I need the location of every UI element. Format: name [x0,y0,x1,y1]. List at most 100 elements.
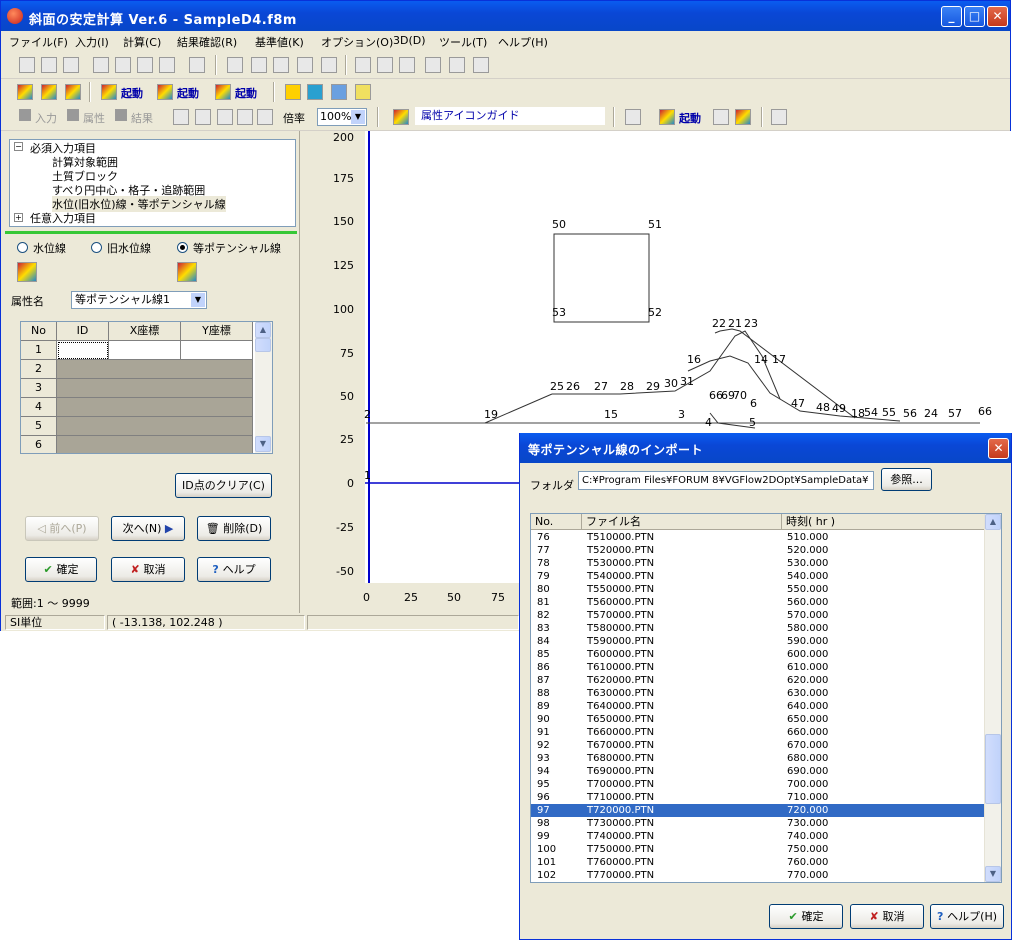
file-row[interactable]: 89 T640000.PTN 640.000 [531,700,985,713]
block-icon[interactable] [41,84,57,100]
help-question-icon[interactable] [285,84,301,100]
file-row[interactable]: 83 T580000.PTN 580.000 [531,622,985,635]
list-icon[interactable] [713,109,729,125]
file-row[interactable]: 84 T590000.PTN 590.000 [531,635,985,648]
print-setup-icon[interactable] [137,57,153,73]
dialog-help-button[interactable]: ? ヘルプ(H) [930,904,1004,929]
radio-old-water[interactable] [91,242,102,253]
grid-scrollbar[interactable]: ▲ ▼ [255,322,272,453]
scroll-thumb[interactable] [255,338,271,352]
eraser-icon[interactable] [625,109,641,125]
file-row[interactable]: 88 T630000.PTN 630.000 [531,687,985,700]
file-row[interactable]: 91 T660000.PTN 660.000 [531,726,985,739]
file-row[interactable]: 98 T730000.PTN 730.000 [531,817,985,830]
zoom-out-icon[interactable] [257,109,273,125]
menu-3d[interactable]: 3D(D) [393,34,426,47]
list-col-time[interactable]: 時刻( hr ) [782,514,985,530]
file-row[interactable]: 81 T560000.PTN 560.000 [531,596,985,609]
draw-slope-icon[interactable] [297,57,313,73]
result-icon[interactable] [115,109,127,121]
new-file-icon[interactable] [19,57,35,73]
tool-d-icon[interactable] [425,57,441,73]
prev-button[interactable]: ◁ 前へ(P) [25,516,99,541]
next-button[interactable]: 次へ(N) ▶ [111,516,185,541]
file-row[interactable]: 87 T620000.PTN 620.000 [531,674,985,687]
layer-icon[interactable] [65,84,81,100]
start-button-1[interactable]: 起動 [121,85,143,101]
zoom-select[interactable]: 100% ▼ [317,108,367,126]
file-row[interactable]: 76 T510000.PTN 510.000 [531,531,985,544]
list-col-no[interactable]: No. [531,514,582,530]
start-button-4[interactable]: 起動 [679,110,701,126]
file-row[interactable]: 101 T760000.PTN 760.000 [531,856,985,869]
graph-icon[interactable] [735,109,751,125]
tool-a-icon[interactable] [355,57,371,73]
menu-help[interactable]: ヘルプ(H) [498,34,548,50]
tool-c-icon[interactable] [399,57,415,73]
import-potential-icon[interactable] [177,262,197,282]
flow-icon[interactable] [17,84,33,100]
menu-calc[interactable]: 計算(C) [123,34,161,50]
attr-guide[interactable]: 属性アイコンガイド [415,107,605,125]
radio-water[interactable] [17,242,28,253]
run2-icon[interactable] [157,84,173,100]
window-icon[interactable] [307,84,323,100]
chevron-down-icon[interactable]: ▼ [191,293,205,307]
menu-tools[interactable]: ツール(T) [439,34,487,50]
preview-icon[interactable] [93,57,109,73]
file-row[interactable]: 92 T670000.PTN 670.000 [531,739,985,752]
tree-view[interactable]: − 必須入力項目 計算対象範囲 土質ブロック すべり円中心・格子・追跡範囲 水位… [9,139,296,227]
help-button[interactable]: ? ヘルプ [197,557,271,582]
import-water-icon[interactable] [17,262,37,282]
house-icon[interactable] [321,57,337,73]
close-button[interactable]: ✕ [987,6,1008,27]
scroll-up-icon[interactable]: ▲ [255,322,271,338]
file-row[interactable]: 96 T710000.PTN 710.000 [531,791,985,804]
maximize-button[interactable]: □ [964,6,985,27]
save-icon[interactable] [63,57,79,73]
radio-potential[interactable] [177,242,188,253]
zoom-in-icon[interactable] [237,109,253,125]
report-icon[interactable] [159,57,175,73]
menu-result[interactable]: 結果確認(R) [177,34,237,50]
browse-button[interactable]: 参照... [881,468,932,491]
menu-file[interactable]: ファイル(F) [9,34,68,50]
tool-e-icon[interactable] [449,57,465,73]
confirm-button[interactable]: ✔ 確定 [25,557,97,582]
menu-option[interactable]: オプション(O) [321,34,393,50]
attr-tab[interactable]: 属性 [83,110,105,126]
expand-icon[interactable]: + [14,213,23,222]
card-icon[interactable] [331,84,347,100]
hand-icon[interactable] [195,109,211,125]
tree-optional[interactable]: 任意入力項目 [30,210,96,226]
input-tab[interactable]: 入力 [35,110,57,126]
start-button-2[interactable]: 起動 [177,85,199,101]
result-tab[interactable]: 結果 [131,110,153,126]
file-list[interactable]: No. ファイル名 時刻( hr ) 76 T510000.PTN 510.000 7… [530,513,1002,883]
open-folder-icon[interactable] [41,57,57,73]
pointer-help-icon[interactable] [355,84,371,100]
file-row[interactable]: 97 T720000.PTN 720.000 [531,804,985,817]
attr-icon[interactable] [67,109,79,121]
file-row[interactable]: 102 T770000.PTN 770.000 [531,869,985,882]
cell-id[interactable] [57,341,109,360]
chevron-down-icon[interactable]: ▼ [351,110,365,124]
tool-b-icon[interactable] [377,57,393,73]
file-row[interactable]: 95 T700000.PTN 700.000 [531,778,985,791]
menu-input[interactable]: 入力(I) [75,34,109,50]
scroll-down-icon[interactable]: ▼ [255,436,271,452]
attr-name-select[interactable]: 等ポテンシャル線1 ▼ [71,291,207,309]
draw-line-icon[interactable] [273,57,289,73]
paste-icon[interactable] [251,57,267,73]
file-row[interactable]: 86 T610000.PTN 610.000 [531,661,985,674]
list-scrollbar[interactable]: ▲ ▼ [984,514,1001,882]
input-icon[interactable] [19,109,31,121]
run4-icon[interactable] [659,109,675,125]
run1-icon[interactable] [101,84,117,100]
dialog-cancel-button[interactable]: ✘ 取消 [850,904,924,929]
calc-icon[interactable] [189,57,205,73]
clear-id-button[interactable]: ID点のクリア(C) [175,473,272,498]
start-button-3[interactable]: 起動 [235,85,257,101]
file-row[interactable]: 93 T680000.PTN 680.000 [531,752,985,765]
file-row[interactable]: 90 T650000.PTN 650.000 [531,713,985,726]
